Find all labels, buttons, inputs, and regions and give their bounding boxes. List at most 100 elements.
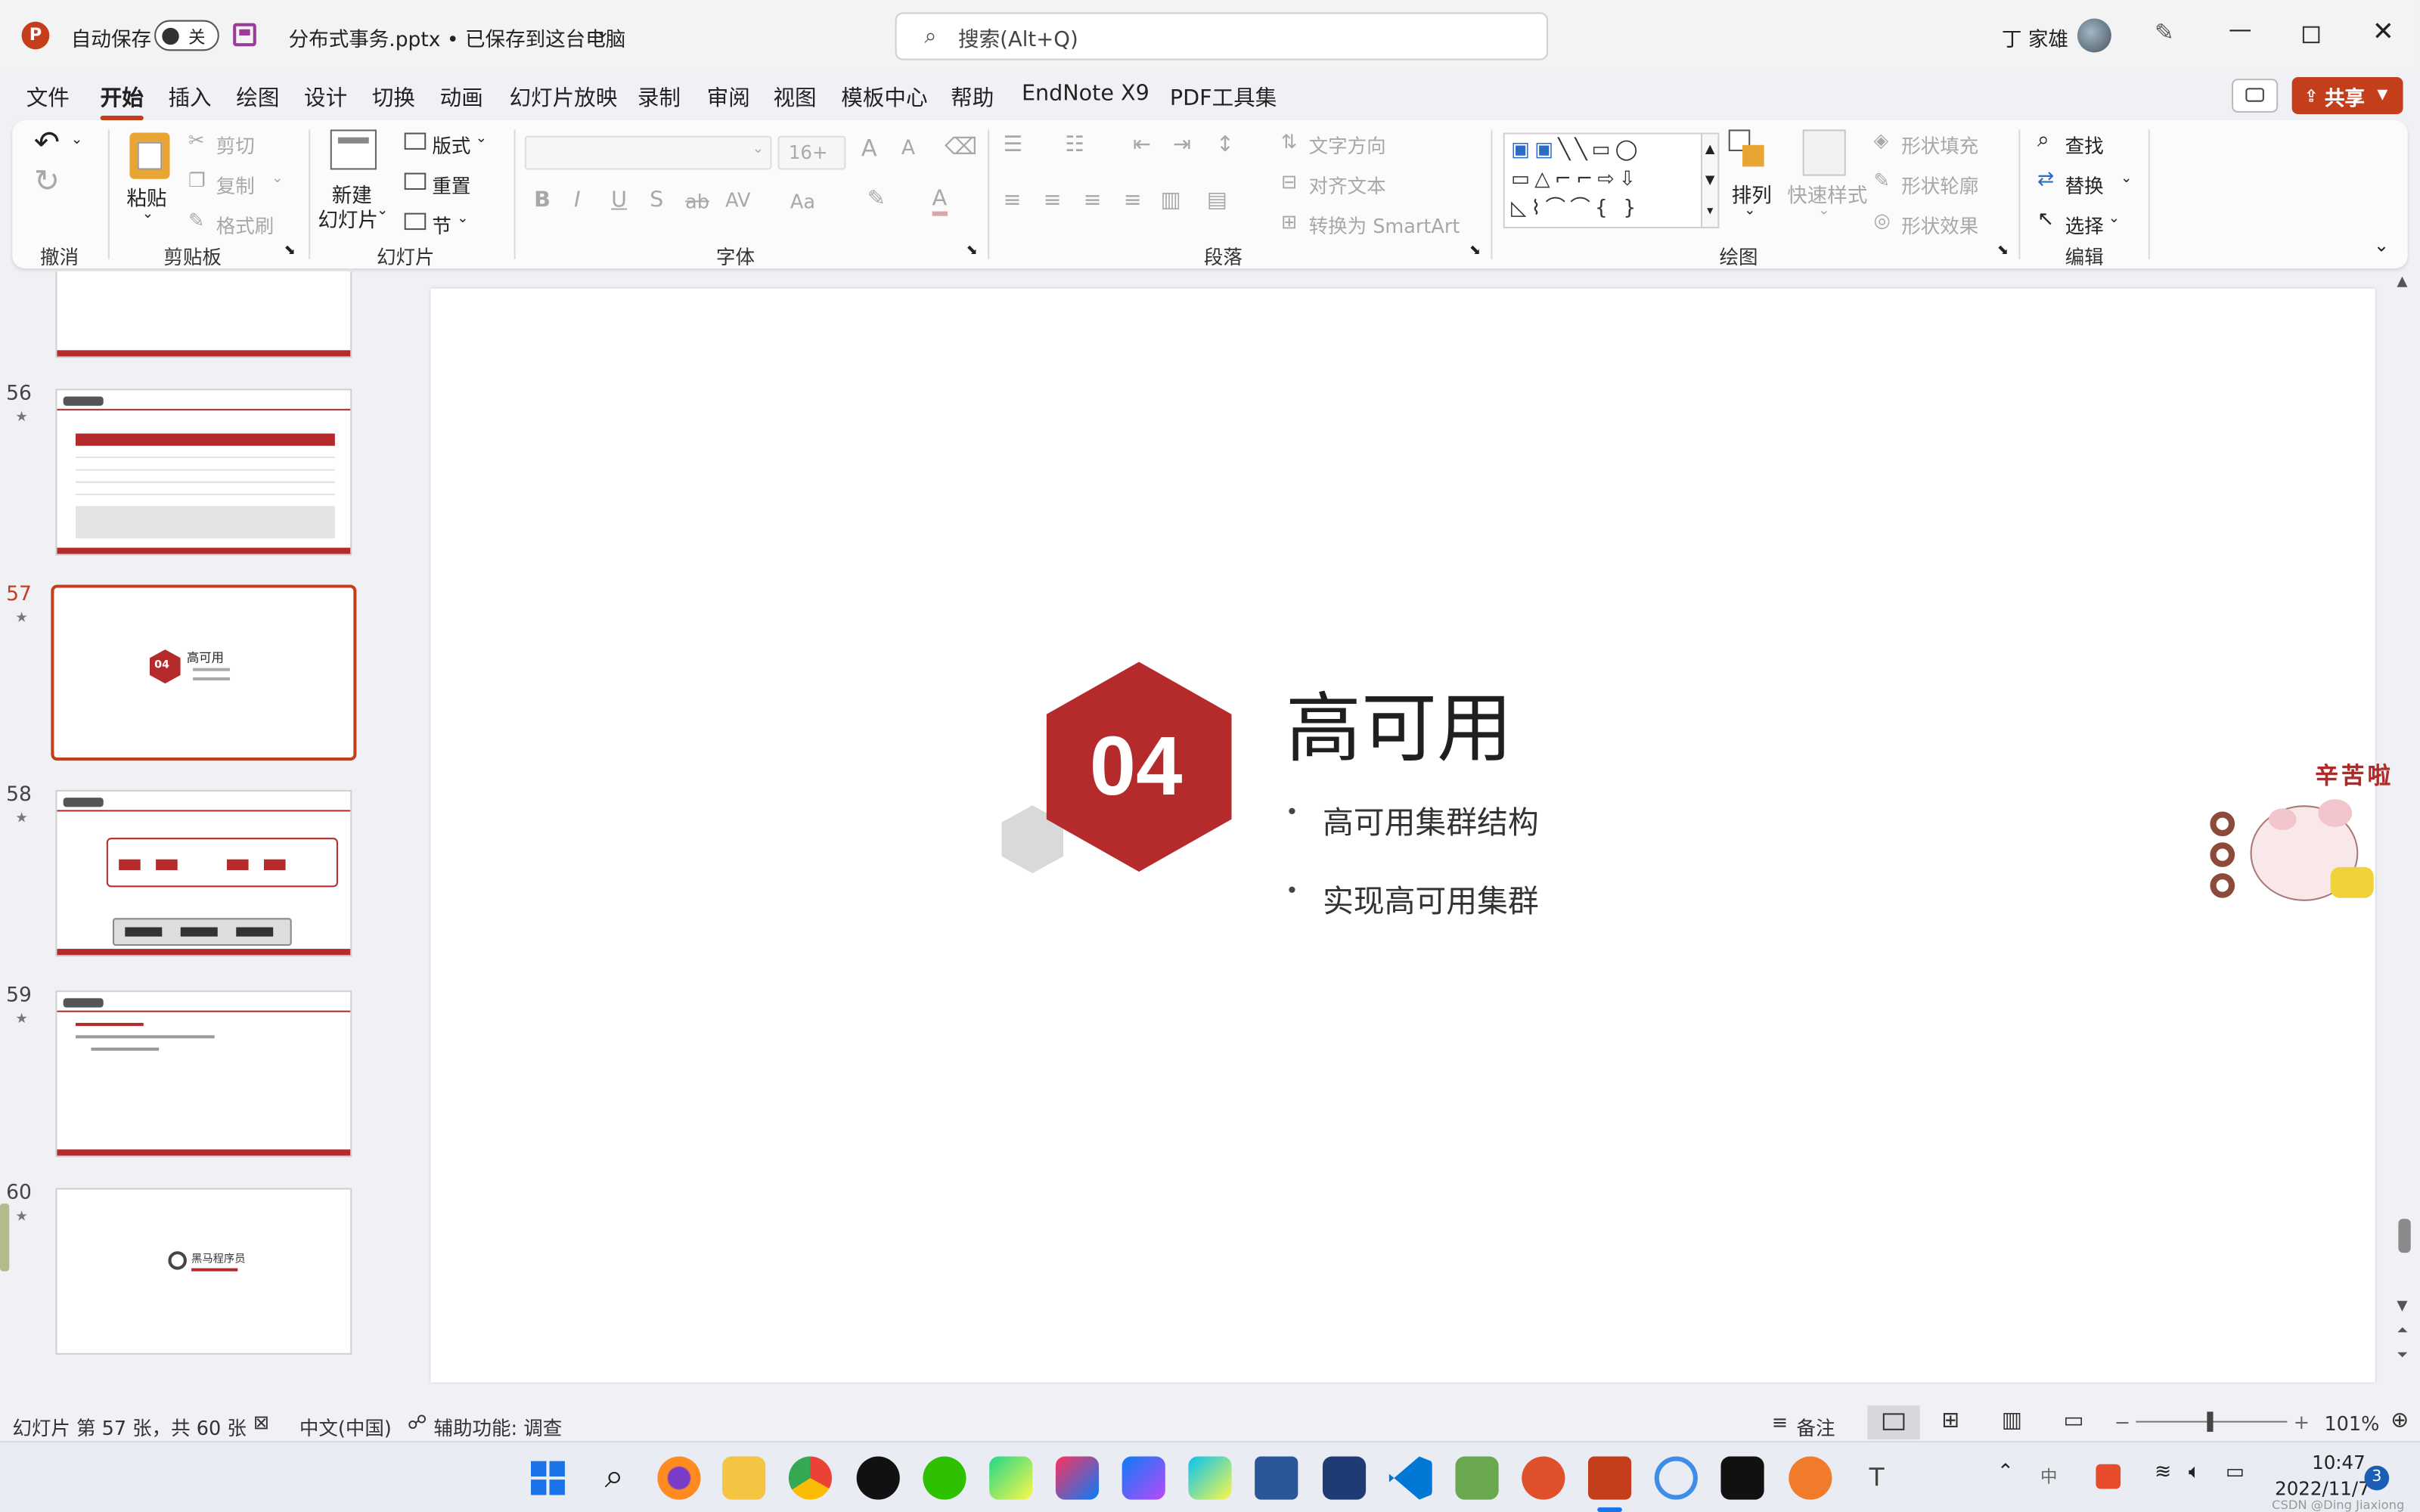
clock-date[interactable]: 2022/11/7 [2275, 1478, 2370, 1500]
slide-thumbnail-56[interactable] [55, 389, 352, 556]
intellij-icon[interactable] [1055, 1456, 1100, 1500]
goland-icon[interactable] [1122, 1456, 1165, 1500]
pycharm-icon[interactable] [989, 1456, 1033, 1500]
layout-button[interactable]: 版式 [432, 129, 470, 159]
language[interactable]: 中文(中国) [299, 1411, 392, 1441]
reading-view-icon[interactable]: ▥ [2002, 1408, 2022, 1433]
grow-font-icon[interactable]: A [861, 135, 877, 163]
zoom-out-icon[interactable]: − [2114, 1410, 2130, 1433]
shape-fill-button[interactable]: 形状填充 [1901, 129, 1978, 159]
next-slide-icon[interactable]: ⏷ [2397, 1349, 2408, 1364]
input-method[interactable]: 中 [2040, 1464, 2057, 1489]
dialog-launcher-icon[interactable]: ⬊ [966, 243, 978, 259]
italic-button[interactable]: I [574, 188, 580, 213]
font-size-select[interactable]: 16+ [777, 135, 846, 170]
font-name-select[interactable]: ⌄ [524, 135, 772, 170]
webstorm-icon[interactable] [1188, 1456, 1232, 1500]
qq-icon[interactable] [856, 1456, 900, 1500]
restore-icon[interactable] [2302, 26, 2320, 44]
user-name[interactable]: 丁 家雄 [2002, 23, 2068, 53]
chevron-down-icon[interactable]: ⌄ [2121, 172, 2132, 187]
find-button[interactable]: 查找 [2065, 129, 2104, 159]
file-explorer-icon[interactable] [722, 1456, 766, 1500]
chevron-down-icon[interactable]: ⌄ [2108, 212, 2120, 227]
new-slide-icon[interactable] [330, 129, 377, 170]
textbox-icon[interactable]: ▣▣ [1511, 139, 1558, 163]
cut-button[interactable]: 剪切 [216, 129, 255, 159]
chevron-down-icon[interactable]: ⌄ [71, 133, 82, 148]
previous-slide-icon[interactable]: ⏶ [2397, 1324, 2408, 1339]
increase-indent-icon[interactable]: ⇥ [1173, 133, 1191, 158]
tab-review[interactable]: 审阅 [707, 82, 750, 113]
bullet-item[interactable]: 高可用集群结构 [1323, 798, 1539, 842]
dialog-launcher-icon[interactable]: ⬊ [1997, 243, 2009, 259]
tab-view[interactable]: 视图 [773, 82, 816, 113]
tab-file[interactable]: 文件 [26, 82, 70, 113]
notes-button[interactable]: 备注 [1796, 1411, 1835, 1441]
tab-transitions[interactable]: 切换 [372, 82, 415, 113]
pen-icon[interactable]: ✎ [2155, 18, 2174, 46]
columns-icon[interactable]: ▤ [1207, 188, 1227, 213]
chrome-icon[interactable] [788, 1456, 832, 1500]
zoom-level[interactable]: 101% [2324, 1411, 2379, 1435]
strikethrough-button[interactable]: ab [685, 190, 709, 213]
search-input[interactable]: 搜索(Alt+Q) [958, 21, 1078, 52]
section-number[interactable]: 04 [1090, 719, 1183, 815]
avatar[interactable] [2077, 18, 2111, 53]
browser-icon[interactable] [1654, 1456, 1698, 1500]
bold-button[interactable]: B [534, 188, 551, 213]
firefox-icon[interactable] [657, 1456, 701, 1500]
wechat-icon[interactable] [923, 1456, 966, 1500]
save-icon[interactable] [233, 23, 256, 47]
dialog-launcher-icon[interactable]: ⬊ [284, 243, 296, 259]
tab-home[interactable]: 开始 [100, 82, 144, 121]
typora-icon[interactable]: T [1855, 1457, 1898, 1500]
distribute-icon[interactable]: ▥ [1161, 188, 1181, 213]
close-icon[interactable]: ✕ [2372, 17, 2394, 48]
devcpp-icon[interactable] [1322, 1456, 1367, 1500]
chevron-down-icon[interactable]: ⌄ [1744, 203, 1755, 218]
redo-icon[interactable]: ↻ [34, 162, 60, 199]
shapes-gallery[interactable]: ▣▣╲╲▭◯ ▭△⌐⌐⇨⇩ ◺⌇⌒⌒{ } [1503, 132, 1708, 229]
tab-record[interactable]: 录制 [638, 82, 681, 113]
accessibility-status[interactable]: 辅助功能: 调查 [433, 1411, 562, 1441]
numbering-icon[interactable]: ☷ [1065, 133, 1084, 158]
slide-thumbnail-58[interactable] [55, 789, 352, 957]
tab-animations[interactable]: 动画 [440, 82, 483, 113]
dialog-launcher-icon[interactable]: ⬊ [1469, 243, 1481, 259]
clock-time[interactable]: 10:47 [2312, 1452, 2366, 1473]
slide-sorter-icon[interactable]: ⊞ [1941, 1408, 1959, 1433]
chevron-down-icon[interactable]: ⌄ [457, 212, 468, 227]
line-spacing-icon[interactable]: ↕ [1216, 133, 1234, 158]
chevron-down-icon[interactable]: ⌄ [596, 22, 610, 42]
tab-design[interactable]: 设计 [304, 82, 347, 113]
zoom-slider-thumb[interactable] [2207, 1411, 2214, 1432]
clear-format-icon[interactable]: ⌫ [945, 133, 977, 161]
copy-button[interactable]: 复制 [216, 169, 255, 199]
autosave-toggle[interactable]: 关 [154, 20, 219, 51]
decrease-indent-icon[interactable]: ⇤ [1133, 133, 1151, 158]
app-tray-icon[interactable] [2096, 1464, 2121, 1489]
slide-title[interactable]: 高可用 [1286, 668, 1512, 778]
editor-scroll-down[interactable]: ▼ [2397, 1299, 2407, 1314]
fit-slide-icon[interactable]: ⊕ [2391, 1408, 2409, 1433]
shape-effects-button[interactable]: 形状效果 [1901, 210, 1978, 240]
vscode-icon[interactable] [1388, 1456, 1432, 1500]
shrink-font-icon[interactable]: A [901, 138, 915, 161]
terminal-icon[interactable] [1720, 1456, 1764, 1500]
clipboard-icon[interactable] [129, 132, 170, 179]
justify-icon[interactable]: ≡ [1124, 188, 1142, 213]
tab-draw[interactable]: 绘图 [236, 82, 279, 113]
document-title[interactable]: 分布式事务.pptx • 已保存到这台电脑 [289, 23, 626, 53]
align-center-icon[interactable]: ≡ [1044, 188, 1062, 213]
tab-insert[interactable]: 插入 [168, 82, 211, 113]
editor-scroll-up[interactable]: ▲ [2397, 274, 2407, 290]
smartart-button[interactable]: 转换为 SmartArt [1309, 210, 1460, 240]
chevron-down-icon[interactable]: ⌄ [377, 203, 388, 218]
notification-badge[interactable]: 3 [2364, 1465, 2390, 1491]
battery-icon[interactable]: ▭ [2226, 1461, 2245, 1485]
slideshow-icon[interactable]: ▭ [2064, 1408, 2084, 1433]
shadow-button[interactable]: S [650, 188, 663, 213]
align-text-button[interactable]: 对齐文本 [1309, 169, 1386, 199]
highlight-icon[interactable]: ✎ [867, 187, 886, 212]
